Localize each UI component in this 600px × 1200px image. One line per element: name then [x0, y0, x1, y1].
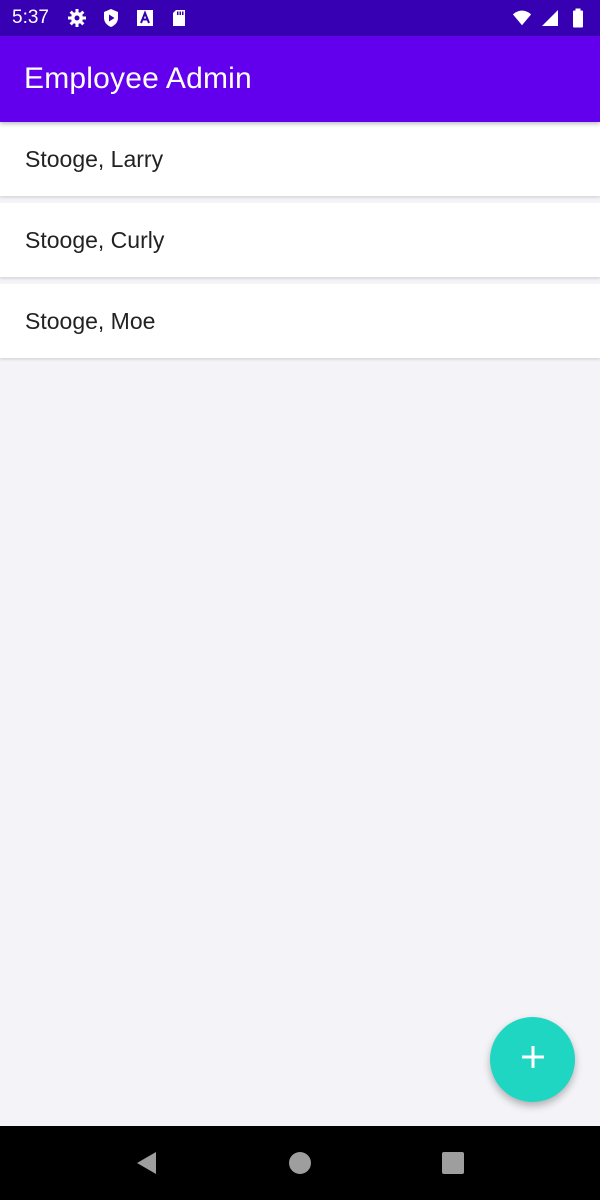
status-bar: 5:37 — [0, 0, 600, 36]
system-nav-bar — [0, 1126, 600, 1200]
list-item[interactable]: Stooge, Larry — [0, 122, 600, 196]
employee-name: Stooge, Larry — [25, 145, 164, 172]
recents-icon[interactable] — [433, 1143, 473, 1183]
cell-signal-icon — [540, 8, 560, 28]
app-bar: Employee Admin — [0, 36, 600, 122]
employee-name: Stooge, Moe — [25, 307, 156, 334]
sd-card-icon — [169, 8, 189, 28]
employee-list: Stooge, Larry Stooge, Curly Stooge, Moe — [0, 122, 600, 365]
app-title: Employee Admin — [24, 62, 252, 95]
status-icons-left — [67, 8, 189, 28]
employee-name: Stooge, Curly — [25, 226, 165, 253]
back-icon[interactable] — [127, 1143, 167, 1183]
gear-icon — [67, 8, 87, 28]
status-icons-right — [512, 8, 588, 28]
status-time: 5:37 — [12, 7, 49, 28]
list-item[interactable]: Stooge, Moe — [0, 284, 600, 358]
battery-icon — [568, 8, 588, 28]
wifi-icon — [512, 8, 532, 28]
add-employee-button[interactable] — [490, 1017, 575, 1102]
font-a-icon — [135, 8, 155, 28]
shield-play-icon — [101, 8, 121, 28]
home-icon[interactable] — [280, 1143, 320, 1183]
list-item[interactable]: Stooge, Curly — [0, 203, 600, 277]
plus-icon — [519, 1043, 547, 1076]
